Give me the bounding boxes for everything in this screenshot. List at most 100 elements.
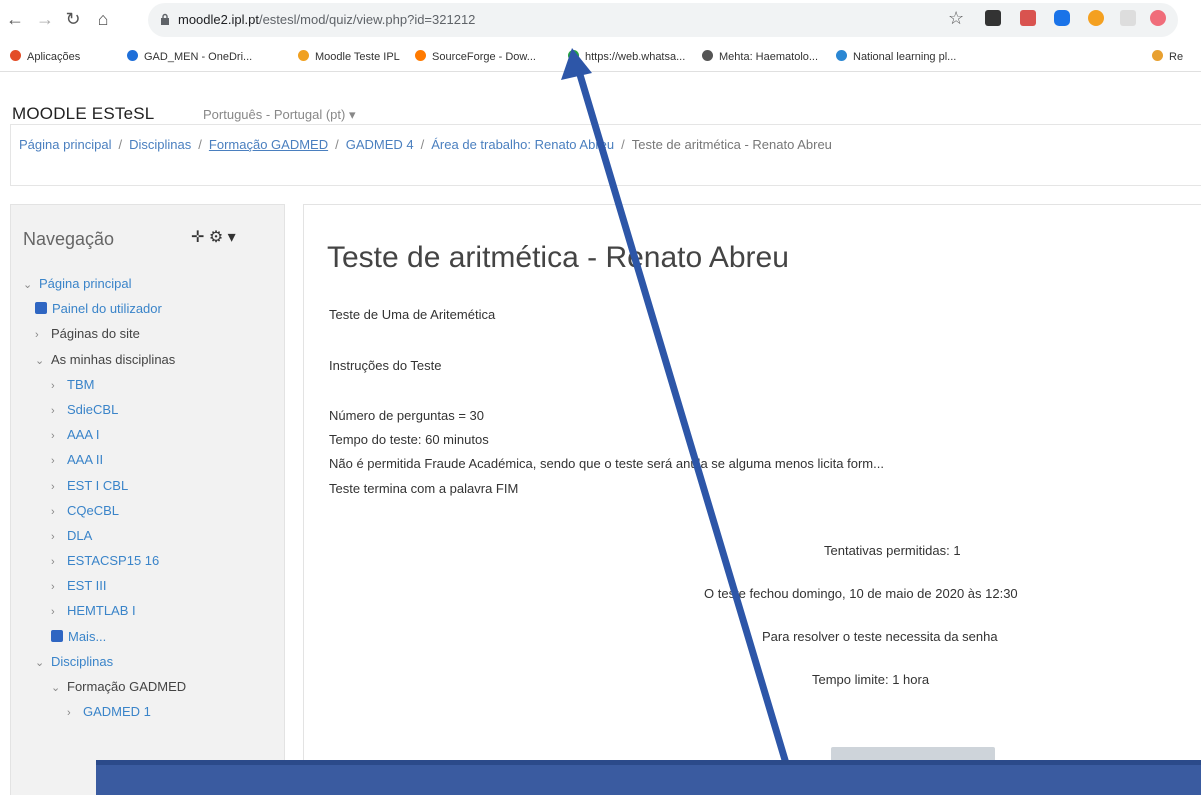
sidebar-item-label: Páginas do site [51, 326, 140, 342]
navigation-tree: ⌄ Página principal Painel do utilizador › Pá… [23, 271, 283, 724]
bookmark-item[interactable]: https://web.whatsa... [568, 50, 685, 63]
sidebar-item-label: Painel do utilizador [52, 301, 162, 317]
extension-icon[interactable] [1088, 10, 1104, 26]
chevron-down-icon: ⌄ [51, 682, 61, 694]
home-icon[interactable]: ⌂ [92, 8, 114, 30]
bookmark-item[interactable]: Mehta: Haematolo... [702, 50, 818, 63]
forward-arrow-icon[interactable]: → [34, 8, 56, 30]
sidebar-item[interactable]: › DLA [23, 523, 283, 548]
chevron-right-icon: › [51, 530, 55, 543]
browser-toolbar: ← → ↻ ⌂ moodle2.ipl.pt/estesl/mod/quiz/v… [0, 0, 1201, 42]
bookmark-label: Aplicações [27, 51, 81, 63]
sidebar-item-label: AAA II [67, 452, 104, 468]
chevron-right-icon: › [51, 505, 55, 518]
sidebar-item-label: CQeCBL [67, 502, 120, 518]
sidebar-item-label: SdieCBL [67, 401, 119, 417]
reload-icon[interactable]: ↻ [62, 8, 84, 30]
sidebar-item[interactable]: ⌄ Disciplinas [23, 649, 283, 674]
moodle-icon [298, 50, 309, 61]
sidebar-item-label: As minhas disciplinas [51, 351, 176, 367]
globe-icon [836, 50, 847, 61]
breadcrumb-item[interactable]: Formação GADMED [209, 137, 328, 152]
chevron-right-icon: › [51, 556, 55, 569]
bookmark-label: Re [1169, 51, 1184, 63]
extension-icon[interactable] [1054, 10, 1070, 26]
extension-icon[interactable] [1150, 10, 1166, 26]
chevron-right-icon: › [51, 581, 55, 594]
sidebar-item[interactable]: › EST III [23, 573, 283, 598]
sidebar-item[interactable]: › AAA II [23, 447, 283, 472]
sidebar-item[interactable]: ⌄ Página principal [23, 271, 283, 296]
breadcrumb-separator: / [621, 137, 625, 152]
chevron-right-icon: › [51, 404, 55, 417]
url-host: moodle2.ipl.pt [178, 12, 259, 27]
sidebar-item[interactable]: › AAA I [23, 422, 283, 447]
chevron-down-icon: ⌄ [23, 279, 33, 291]
bookmark-item[interactable]: SourceForge - Dow... [415, 50, 536, 63]
chevron-right-icon: › [51, 455, 55, 468]
breadcrumb-item[interactable]: GADMED 4 [346, 137, 414, 152]
bookmark-label: National learning pl... [853, 51, 957, 63]
sidebar-item-label: GADMED 1 [83, 704, 151, 720]
sidebar-item[interactable]: › GADMED 1 [23, 699, 283, 724]
site-brand[interactable]: MOODLE ESTeSL [12, 104, 154, 124]
bookmark-label: SourceForge - Dow... [432, 51, 536, 63]
chevron-right-icon: › [51, 606, 55, 619]
chevron-right-icon: › [51, 430, 55, 443]
sidebar-item[interactable]: Mais... [23, 624, 283, 649]
sourceforge-icon [415, 50, 426, 61]
breadcrumb-current: Teste de aritmética - Renato Abreu [631, 137, 832, 152]
sidebar-item[interactable]: ⌄ As minhas disciplinas [23, 347, 283, 372]
extension-icon[interactable] [1020, 10, 1036, 26]
extension-icon[interactable] [1120, 10, 1136, 26]
sidebar-item-label: ESTACSP15 16 [67, 553, 160, 569]
sidebar-item[interactable]: ⌄ Formação GADMED [23, 674, 283, 699]
sidebar-item[interactable]: › CQeCBL [23, 498, 283, 523]
bookmark-label: Mehta: Haematolo... [719, 51, 819, 63]
breadcrumb-item[interactable]: Área de trabalho: Renato Abreu [431, 137, 614, 152]
block-actions-icon[interactable]: ✛ ⚙ ▾ [191, 227, 236, 247]
main-region: Teste de aritmética - Renato Abreu Teste… [303, 204, 1201, 795]
bookmark-item[interactable]: National learning pl... [836, 50, 956, 63]
instructions-heading: Instruções do Teste [329, 358, 442, 373]
onedrive-icon [127, 50, 138, 61]
attempts-allowed: Tentativas permitidas: 1 [824, 543, 961, 558]
more-icon [51, 629, 63, 642]
sidebar-item-label: AAA I [67, 427, 100, 443]
bookmark-star-icon[interactable]: ☆ [948, 8, 964, 29]
sidebar-item[interactable]: › ESTACSP15 16 [23, 548, 283, 573]
bookmark-item[interactable]: Aplicações [10, 50, 80, 63]
instruction-line: Não é permitida Fraude Académica, sendo … [329, 456, 884, 471]
sidebar-item[interactable]: › SdieCBL [23, 397, 283, 422]
sidebar-item-label: Formação GADMED [67, 679, 187, 694]
bookmark-item[interactable]: Moodle Teste IPL [298, 50, 400, 63]
sidebar-item[interactable]: › Páginas do site [23, 321, 283, 346]
dashboard-icon [35, 302, 47, 315]
instruction-line: Número de perguntas = 30 [329, 408, 485, 423]
sidebar-item[interactable]: Painel do utilizador [23, 296, 283, 321]
sidebar-item-label: EST III [67, 578, 107, 594]
chevron-right-icon: › [67, 707, 71, 720]
sidebar-item[interactable]: › HEMTLAB I [23, 598, 283, 623]
bookmark-item[interactable]: Re [1152, 50, 1183, 63]
page-title: Teste de aritmética - Renato Abreu [327, 241, 789, 274]
breadcrumb-item[interactable]: Página principal [19, 137, 112, 152]
bookmark-item[interactable]: GAD_MEN - OneDri... [127, 50, 252, 63]
sidebar-item[interactable]: › TBM [23, 372, 283, 397]
instruction-line: Teste termina com a palavra FIM [329, 481, 519, 496]
bookmark-label: GAD_MEN - OneDri... [144, 51, 253, 63]
time-limit: Tempo limite: 1 hora [812, 672, 930, 687]
bookmarks-bar: Aplicações GAD_MEN - OneDri... Moodle Te… [0, 42, 1201, 72]
breadcrumb-separator: / [335, 137, 339, 152]
whatsapp-icon [568, 50, 579, 61]
chevron-right-icon: › [51, 480, 55, 493]
quiz-intro: Teste de Uma de Aritemética [329, 307, 496, 322]
sidebar-item[interactable]: › EST I CBL [23, 473, 283, 498]
back-arrow-icon[interactable]: ← [4, 8, 26, 30]
annotation-bar [96, 760, 1201, 795]
navigation-title: Navegação [23, 229, 115, 249]
breadcrumb-item[interactable]: Disciplinas [129, 137, 191, 152]
extension-icon[interactable] [985, 10, 1001, 26]
language-selector[interactable]: Português - Portugal (pt) ▾ [203, 107, 355, 123]
sidebar-item-label: DLA [67, 527, 93, 543]
